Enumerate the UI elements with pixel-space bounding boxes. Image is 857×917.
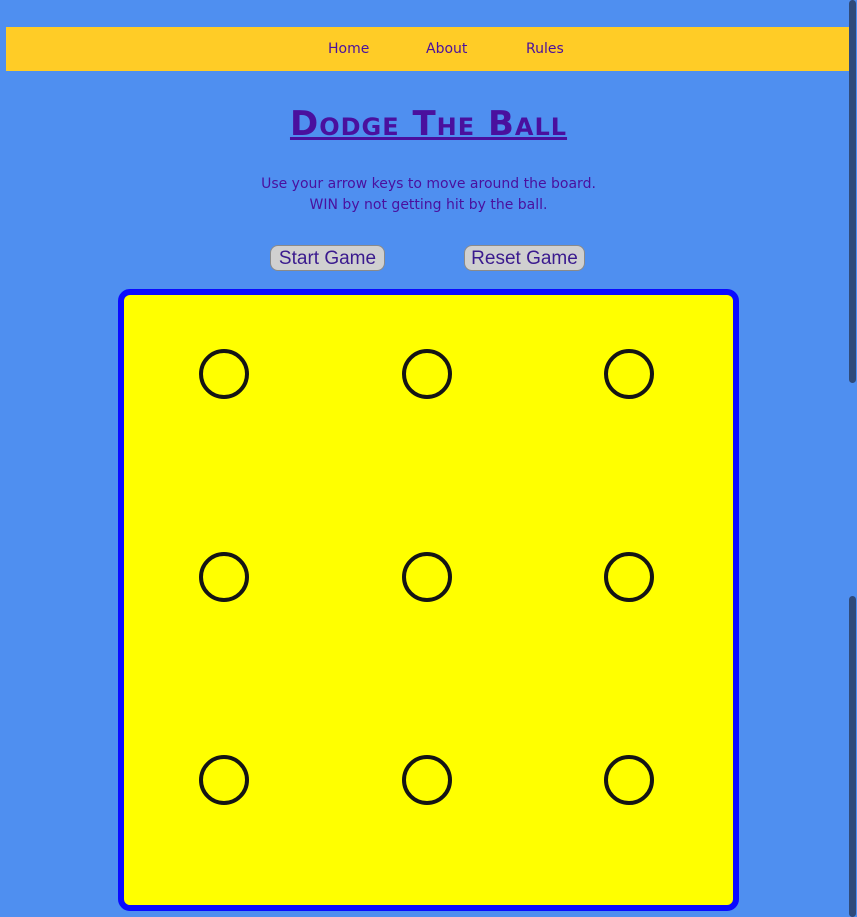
board-cell[interactable] — [199, 349, 249, 399]
board-cell[interactable] — [402, 349, 452, 399]
instructions-text: Use your arrow keys to move around the b… — [0, 174, 857, 216]
board-cell[interactable] — [604, 349, 654, 399]
page-title: Dodge The Ball — [289, 104, 568, 144]
scrollbar-thumb-lower[interactable] — [849, 596, 856, 917]
board-cell[interactable] — [604, 552, 654, 602]
board-cell[interactable] — [199, 552, 249, 602]
start-game-button[interactable]: Start Game — [270, 245, 385, 271]
game-board — [118, 289, 739, 911]
nav-home-link[interactable]: Home — [328, 41, 369, 57]
instructions-line-1: Use your arrow keys to move around the b… — [261, 176, 596, 192]
nav-about-link[interactable]: About — [426, 41, 467, 57]
board-cell[interactable] — [199, 755, 249, 805]
instructions-line-2: WIN by not getting hit by the ball. — [309, 197, 548, 213]
board-cell[interactable] — [402, 755, 452, 805]
nav-rules-link[interactable]: Rules — [526, 41, 564, 57]
board-cell[interactable] — [402, 552, 452, 602]
nav-bar: Home About Rules — [6, 27, 849, 71]
scrollbar-thumb[interactable] — [849, 0, 856, 383]
reset-game-button[interactable]: Reset Game — [464, 245, 585, 271]
board-cell[interactable] — [604, 755, 654, 805]
